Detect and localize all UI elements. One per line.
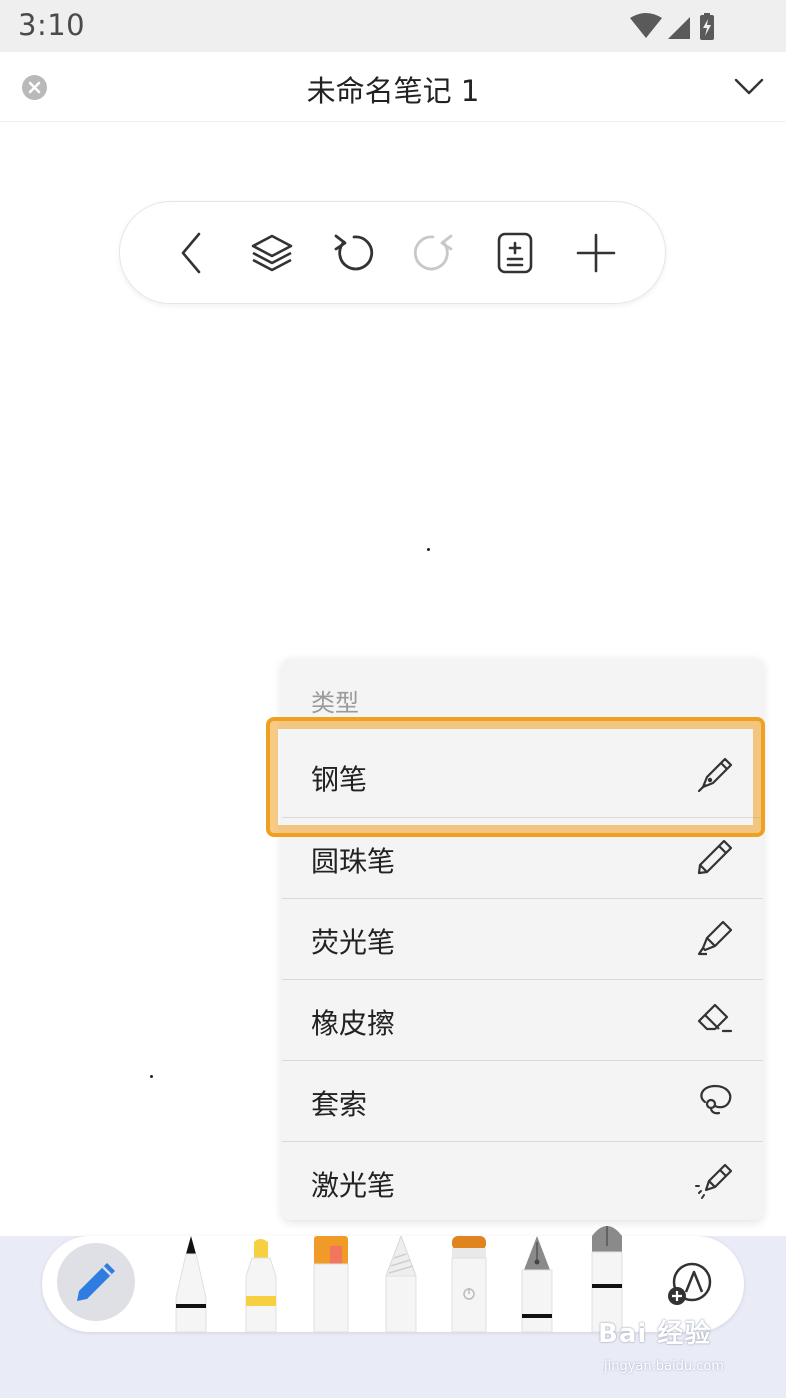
menu-item-label: 套索 (311, 1088, 368, 1121)
status-bar: 3:10 (0, 0, 786, 52)
note-title[interactable]: 未命名笔记 1 (0, 68, 786, 110)
page-settings-icon[interactable] (492, 230, 538, 276)
pen-type-menu: 类型 钢笔 圆珠笔 荧光笔 橡皮擦 套索 激光笔 (282, 659, 763, 1220)
pencil-tool[interactable] (380, 1236, 422, 1332)
redo-icon[interactable] (411, 230, 457, 276)
back-icon[interactable] (169, 230, 215, 276)
menu-item-fountain-pen[interactable]: 钢笔 (282, 736, 763, 817)
undo-icon[interactable] (330, 230, 376, 276)
watermark-text: Bai 经验 (598, 1319, 712, 1349)
canvas-stroke-dot (150, 1075, 153, 1078)
menu-item-label: 荧光笔 (311, 926, 396, 959)
marker-tool[interactable] (310, 1236, 352, 1332)
lasso-icon (700, 1084, 732, 1115)
menu-item-label: 钢笔 (311, 763, 368, 796)
fountain-pen-tool[interactable] (516, 1236, 558, 1332)
add-shape-icon[interactable] (664, 1258, 716, 1310)
laser-pointer-icon (695, 1163, 733, 1199)
status-icons (630, 13, 714, 40)
menu-item-label: 圆珠笔 (311, 845, 396, 878)
ballpoint-pen-icon (697, 839, 733, 875)
layers-icon[interactable] (249, 230, 295, 276)
menu-item-eraser[interactable]: 橡皮擦 (282, 979, 763, 1060)
wifi-icon (630, 13, 662, 38)
cellular-signal-icon (668, 17, 690, 39)
pencil-icon (77, 1263, 115, 1301)
title-bar: 未命名笔记 1 (0, 52, 786, 122)
add-icon[interactable] (573, 230, 619, 276)
highlighter-tool[interactable] (240, 1236, 282, 1332)
menu-header: 类型 (311, 689, 359, 717)
menu-item-laser-pointer[interactable]: 激光笔 (282, 1141, 763, 1222)
menu-item-highlighter[interactable]: 荧光笔 (282, 898, 763, 979)
menu-item-lasso[interactable]: 套索 (282, 1060, 763, 1141)
highlighter-icon (697, 920, 733, 956)
menu-item-ballpoint-pen[interactable]: 圆珠笔 (282, 817, 763, 898)
watermark: Bai 经验 jingyan.baidu.com (598, 1305, 748, 1389)
menu-item-label: 激光笔 (311, 1169, 396, 1202)
watermark-url: jingyan.baidu.com (604, 1359, 724, 1374)
canvas-stroke-dot (427, 548, 430, 551)
battery-icon (700, 13, 714, 40)
active-pen-button[interactable] (57, 1243, 135, 1321)
chevron-down-icon[interactable] (734, 74, 764, 98)
fountain-pen-icon (697, 757, 733, 793)
canvas-toolbar (119, 201, 666, 304)
menu-item-label: 橡皮擦 (311, 1007, 396, 1040)
eraser-icon (697, 1003, 733, 1033)
fineliner-pen-tool[interactable] (170, 1236, 212, 1332)
eraser-tool[interactable] (448, 1236, 490, 1332)
status-time: 3:10 (18, 8, 86, 42)
